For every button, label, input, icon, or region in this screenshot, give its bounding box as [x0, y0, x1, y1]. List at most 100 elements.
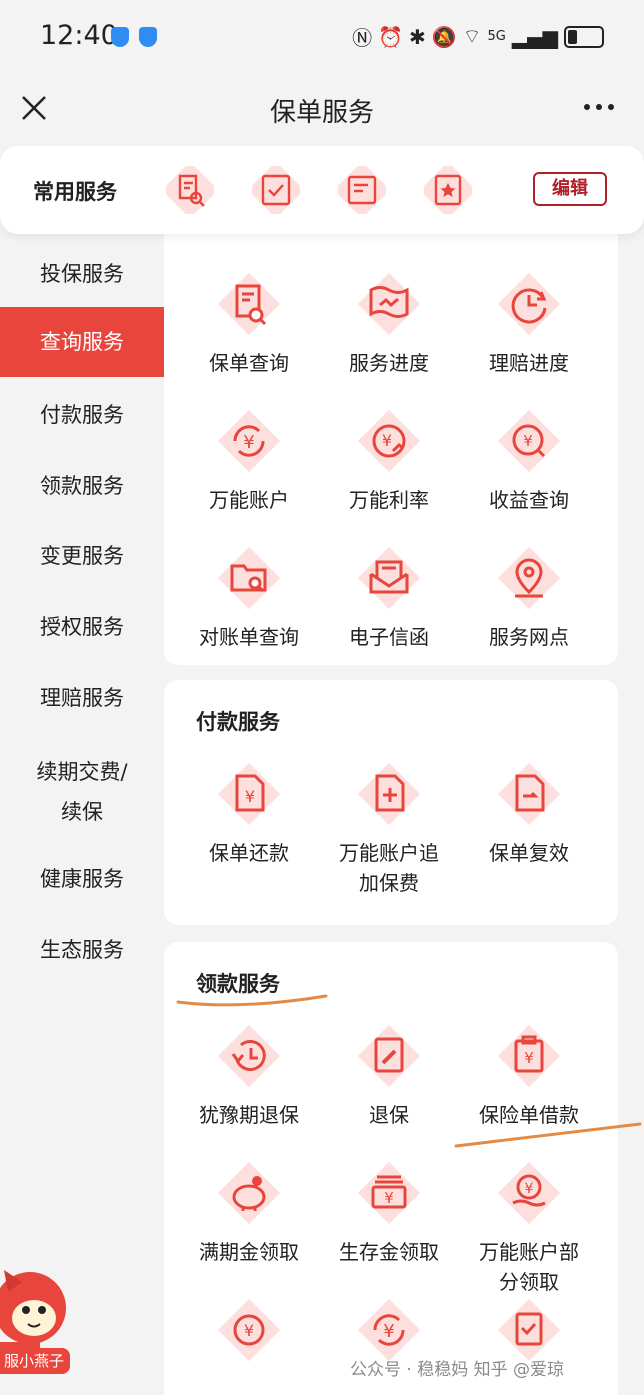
nav-bar: 保单服务: [0, 72, 644, 144]
piggy-bank-icon: [217, 1161, 281, 1225]
check-doc-icon[interactable]: [252, 166, 300, 214]
svg-text:¥: ¥: [524, 1049, 534, 1067]
service-label: 服务网点: [489, 625, 569, 649]
service-policy-repayment[interactable]: ¥ 保单还款: [179, 758, 319, 868]
service-label: 满期金领取: [199, 1240, 299, 1264]
service-label: 犹豫期退保: [199, 1103, 299, 1127]
service-e-letter[interactable]: 电子信函: [319, 542, 459, 652]
service-item[interactable]: ¥: [179, 1294, 319, 1366]
envelope-icon: [357, 546, 421, 610]
service-universal-account[interactable]: ¥ 万能账户: [179, 405, 319, 515]
shield-icon: [139, 27, 157, 47]
message-doc-icon[interactable]: [338, 166, 386, 214]
service-label: 服务进度: [349, 351, 429, 375]
svg-text:¥: ¥: [244, 1321, 254, 1340]
policy-search-icon: [217, 272, 281, 336]
service-surrender[interactable]: 退保: [319, 1020, 459, 1130]
yen-stack-icon: ¥: [357, 1161, 421, 1225]
service-progress[interactable]: 服务进度: [319, 268, 459, 378]
yen-rate-icon: ¥: [357, 409, 421, 473]
svg-text:¥: ¥: [525, 1181, 534, 1197]
watermark: 公众号 · 稳稳妈 知乎 @爱琼: [350, 1360, 565, 1380]
sidebar-item-change[interactable]: 变更服务: [0, 540, 164, 570]
location-icon: [497, 546, 561, 610]
sidebar-item-renewal[interactable]: 续期交费/ 续保: [0, 752, 164, 832]
service-label: 退保: [369, 1103, 409, 1127]
sidebar-item-apply[interactable]: 投保服务: [0, 258, 164, 288]
service-survival-benefit[interactable]: ¥ 生存金领取: [319, 1157, 459, 1267]
arrow-doc-icon: [497, 762, 561, 826]
query-services-card: 保单查询 服务进度 理赔进度 ¥ 万能账户 ¥ 万能利率 ¥ 收益查询 对账单查…: [164, 220, 618, 665]
annotation-underline: [454, 1122, 642, 1148]
service-label: 收益查询: [489, 488, 569, 512]
progress-icon: [357, 272, 421, 336]
alarm-icon: ⏰: [378, 24, 403, 49]
payment-services-card: 付款服务 ¥ 保单还款 万能账户追 加保费 保单复效: [164, 680, 618, 925]
sidebar-item-authorize[interactable]: 授权服务: [0, 611, 164, 641]
network-type: 5G: [487, 29, 506, 44]
service-cooling-off-surrender[interactable]: 犹豫期退保: [179, 1020, 319, 1130]
yen-circle-icon: ¥: [217, 1298, 281, 1362]
clock-return-icon: [217, 1024, 281, 1088]
status-icons: Ⓝ ⏰ ✱ 🔕 ⌔ 5G ▂▄▆: [352, 22, 604, 51]
pen-doc-icon: [357, 1024, 421, 1088]
service-maturity-payout[interactable]: 满期金领取: [179, 1157, 319, 1267]
yen-search-icon: ¥: [497, 409, 561, 473]
service-policy-reinstatement[interactable]: 保单复效: [459, 758, 599, 868]
star-doc-icon[interactable]: [424, 166, 472, 214]
battery-icon: [564, 25, 604, 48]
yen-cycle-icon: ¥: [217, 409, 281, 473]
folder-search-icon: [217, 546, 281, 610]
sidebar: 投保服务 查询服务 付款服务 领款服务 变更服务 授权服务 理赔服务 续期交费/…: [0, 234, 164, 1395]
service-label: 保单还款: [209, 841, 289, 865]
wifi-icon: ⌔: [462, 24, 482, 48]
service-label: 保单查询: [209, 351, 289, 375]
service-label: 理赔进度: [489, 351, 569, 375]
sidebar-item-claims[interactable]: 理赔服务: [0, 682, 164, 712]
service-additional-premium[interactable]: 万能账户追 加保费: [319, 758, 459, 898]
svg-text:¥: ¥: [523, 432, 533, 450]
status-time: 12:40: [40, 20, 118, 51]
yen-clipboard-icon: ¥: [497, 1024, 561, 1088]
svg-text:¥: ¥: [383, 1321, 394, 1342]
mute-icon: 🔕: [431, 24, 457, 49]
more-icon[interactable]: [584, 104, 614, 110]
service-claims-progress[interactable]: 理赔进度: [459, 268, 599, 378]
service-label: 万能账户追 加保费: [339, 841, 439, 895]
svg-text:¥: ¥: [245, 787, 255, 806]
service-earnings-query[interactable]: ¥ 收益查询: [459, 405, 599, 515]
bluetooth-icon: ✱: [409, 24, 426, 49]
page-title: 保单服务: [269, 98, 374, 128]
svg-text:¥: ¥: [384, 1189, 394, 1207]
service-label: 对账单查询: [199, 625, 299, 649]
sidebar-item-collect[interactable]: 领款服务: [0, 470, 164, 500]
annotation-underline: [176, 994, 328, 1007]
service-branch-locations[interactable]: 服务网点: [459, 542, 599, 652]
sidebar-item-query[interactable]: 查询服务: [0, 307, 164, 377]
service-label: 万能账户部 分领取: [479, 1240, 579, 1294]
service-label: 保单复效: [489, 841, 569, 865]
common-services-label: 常用服务: [33, 180, 117, 204]
svg-text:¥: ¥: [243, 432, 254, 453]
clock-icon: [497, 272, 561, 336]
sidebar-item-ecosystem[interactable]: 生态服务: [0, 934, 164, 964]
service-universal-rate[interactable]: ¥ 万能利率: [319, 405, 459, 515]
shield-icon: [111, 27, 129, 47]
service-label: 万能账户: [209, 488, 289, 512]
edit-button[interactable]: 编辑: [533, 172, 607, 206]
policy-search-icon[interactable]: [166, 166, 214, 214]
service-statement-query[interactable]: 对账单查询: [179, 542, 319, 652]
yen-doc-icon: ¥: [217, 762, 281, 826]
yen-hand-icon: ¥: [497, 1161, 561, 1225]
service-label: 电子信函: [349, 625, 429, 649]
service-label: 生存金领取: [339, 1240, 439, 1264]
service-policy-loan[interactable]: ¥ 保险单借款: [459, 1020, 599, 1130]
section-title: 付款服务: [196, 710, 280, 734]
service-label: 万能利率: [349, 488, 429, 512]
service-partial-withdrawal[interactable]: ¥ 万能账户部 分领取: [459, 1157, 599, 1297]
sidebar-item-payment[interactable]: 付款服务: [0, 399, 164, 429]
plus-doc-icon: [357, 762, 421, 826]
service-policy-query[interactable]: 保单查询: [179, 268, 319, 378]
nfc-icon: Ⓝ: [352, 26, 373, 50]
sidebar-item-health[interactable]: 健康服务: [0, 863, 164, 893]
